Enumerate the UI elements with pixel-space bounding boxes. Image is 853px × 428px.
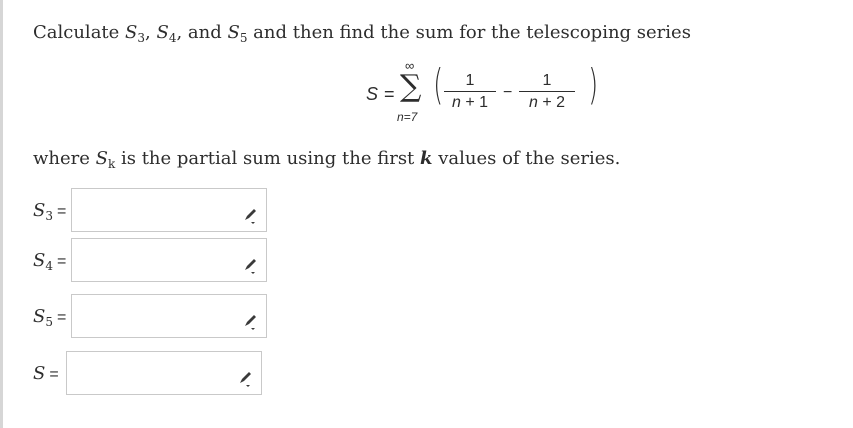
pencil-icon[interactable] bbox=[240, 205, 260, 225]
fraction-2-denominator: n + 2 bbox=[528, 94, 566, 111]
fraction-1-bar bbox=[444, 91, 496, 92]
where-prefix: where bbox=[33, 148, 96, 169]
answer-input-s[interactable] bbox=[66, 351, 262, 395]
series-formula: S = ∞ ∑ n=7 ( 1 n + 1 − 1 n + 2 ) bbox=[364, 58, 614, 132]
answer-input-s4[interactable] bbox=[71, 238, 267, 282]
question-prefix: Calculate bbox=[33, 22, 126, 43]
sum-lower-limit: n=7 bbox=[397, 110, 418, 124]
where-middle: is the partial sum using the first bbox=[115, 148, 421, 169]
answer-label-s4: S4 = bbox=[33, 250, 67, 273]
fraction-2: 1 n + 2 bbox=[519, 72, 575, 112]
answer-label-s5: S5 = bbox=[33, 306, 67, 329]
sigma-symbol: ∑ bbox=[400, 69, 422, 104]
series-lhs: S bbox=[366, 84, 379, 104]
question-comma2: , and bbox=[176, 22, 228, 43]
left-border bbox=[0, 0, 3, 428]
answer-label-s: S = bbox=[33, 363, 59, 384]
fraction-1: 1 n + 1 bbox=[444, 72, 496, 112]
question-comma1: , bbox=[145, 22, 157, 43]
series-equals: = bbox=[384, 84, 395, 104]
where-k: k bbox=[420, 148, 433, 169]
s4-symbol: S4 bbox=[156, 22, 177, 45]
pencil-icon[interactable] bbox=[240, 311, 260, 331]
fraction-2-numerator: 1 bbox=[542, 72, 552, 89]
fraction-2-bar bbox=[519, 91, 575, 92]
question-suffix: and then find the sum for the telescopin… bbox=[247, 22, 691, 43]
s5-symbol: S5 bbox=[227, 22, 248, 45]
answer-label-s3: S3 = bbox=[33, 200, 67, 223]
right-paren: ) bbox=[588, 60, 599, 109]
sk-symbol: Sk bbox=[95, 148, 116, 171]
answer-input-s5[interactable] bbox=[71, 294, 267, 338]
question-text: Calculate S3, S4, and S5 and then find t… bbox=[33, 20, 691, 51]
fraction-1-denominator: n + 1 bbox=[451, 94, 489, 111]
answer-input-s3[interactable] bbox=[71, 188, 267, 232]
pencil-icon[interactable] bbox=[235, 368, 255, 388]
pencil-icon[interactable] bbox=[240, 255, 260, 275]
s3-symbol: S3 bbox=[125, 22, 146, 45]
fraction-1-numerator: 1 bbox=[465, 72, 475, 89]
where-suffix: values of the series. bbox=[432, 148, 621, 169]
series-minus: − bbox=[503, 84, 513, 101]
left-paren: ( bbox=[433, 60, 444, 109]
where-text: where Sk is the partial sum using the fi… bbox=[33, 146, 620, 177]
